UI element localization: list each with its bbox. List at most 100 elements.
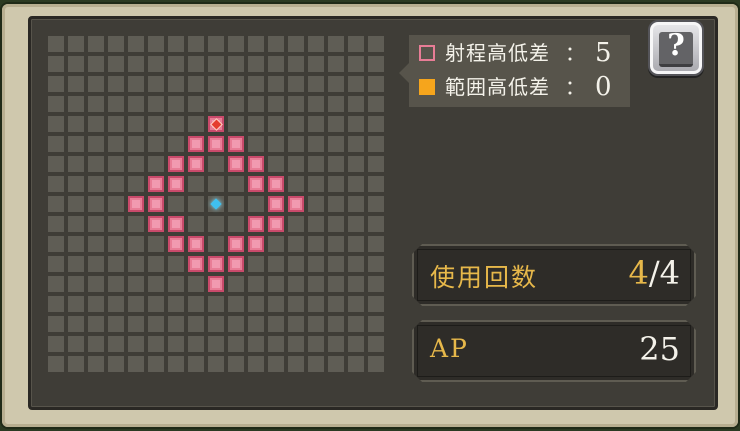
- range-cell-highlight: [192, 240, 200, 248]
- grid-cell: [48, 56, 64, 72]
- grid-cell: [188, 76, 204, 92]
- grid-cell: [248, 316, 264, 332]
- grid-cell: [208, 176, 224, 192]
- grid-cell: [88, 76, 104, 92]
- grid-cell: [88, 356, 104, 372]
- grid-cell: [68, 56, 84, 72]
- range-cell-highlight: [272, 220, 280, 228]
- grid-cell: [88, 56, 104, 72]
- grid-cell: [268, 356, 284, 372]
- ap-box: AP 25: [412, 320, 696, 382]
- help-button[interactable]: ?: [648, 20, 704, 76]
- grid-cell: [368, 356, 384, 372]
- range-cell: [168, 156, 184, 172]
- grid-cell: [168, 196, 184, 212]
- range-cell-highlight: [252, 220, 260, 228]
- grid-cell: [108, 276, 124, 292]
- grid-cell: [348, 96, 364, 112]
- grid-cell: [108, 76, 124, 92]
- grid-cell: [268, 276, 284, 292]
- range-cell: [168, 236, 184, 252]
- grid-cell: [108, 356, 124, 372]
- grid-cell: [88, 116, 104, 132]
- grid-cell: [228, 176, 244, 192]
- grid-cell: [228, 196, 244, 212]
- grid-cell: [168, 136, 184, 152]
- grid-cell: [248, 36, 264, 52]
- grid-cell: [288, 96, 304, 112]
- grid-cell: [68, 196, 84, 212]
- uses-count-value: 4/4: [629, 254, 681, 292]
- grid-cell: [108, 216, 124, 232]
- grid-cell: [208, 156, 224, 172]
- range-cell-highlight: [272, 200, 280, 208]
- grid-cell: [108, 316, 124, 332]
- range-cell: [148, 176, 164, 192]
- grid-cell: [328, 116, 344, 132]
- grid-cell: [308, 276, 324, 292]
- range-cell-highlight: [152, 200, 160, 208]
- grid-cell: [308, 176, 324, 192]
- grid-cell: [368, 96, 384, 112]
- grid-cell: [308, 36, 324, 52]
- grid-cell: [348, 196, 364, 212]
- grid-cell: [168, 96, 184, 112]
- grid-cell: [108, 176, 124, 192]
- grid-cell: [348, 36, 364, 52]
- range-cell-highlight: [252, 180, 260, 188]
- uses-count-box: 使用回数 4/4: [412, 244, 696, 306]
- grid-cell: [68, 316, 84, 332]
- grid-cell: [348, 336, 364, 352]
- grid-cell: [68, 256, 84, 272]
- grid-cell: [108, 156, 124, 172]
- grid-cell: [288, 236, 304, 252]
- grid-cell: [228, 316, 244, 332]
- range-cell: [248, 216, 264, 232]
- grid-cell: [328, 356, 344, 372]
- grid-cell: [268, 36, 284, 52]
- range-cell-highlight: [252, 240, 260, 248]
- grid-cell: [208, 56, 224, 72]
- grid-cell: [148, 116, 164, 132]
- grid-cell: [48, 356, 64, 372]
- range-cell-highlight: [172, 180, 180, 188]
- grid-cell: [328, 316, 344, 332]
- grid-cell: [148, 96, 164, 112]
- grid-cell: [108, 96, 124, 112]
- grid-cell: [68, 136, 84, 152]
- grid-cell: [328, 136, 344, 152]
- grid-cell: [48, 276, 64, 292]
- grid-cell: [48, 236, 64, 252]
- range-cell: [208, 136, 224, 152]
- grid-cell: [228, 116, 244, 132]
- grid-cell: [308, 76, 324, 92]
- grid-cell: [88, 236, 104, 252]
- grid-cell: [48, 36, 64, 52]
- grid-cell: [308, 136, 324, 152]
- range-cell: [168, 216, 184, 232]
- grid-cell: [108, 116, 124, 132]
- grid-cell: [68, 296, 84, 312]
- grid-cell: [348, 56, 364, 72]
- range-cell-highlight: [292, 200, 300, 208]
- range-cell-highlight: [232, 240, 240, 248]
- range-cell: [208, 256, 224, 272]
- grid-cell: [148, 136, 164, 152]
- grid-cell: [348, 76, 364, 92]
- grid-cell: [268, 76, 284, 92]
- grid-cell: [268, 336, 284, 352]
- range-cell-highlight: [212, 280, 220, 288]
- grid-cell: [288, 136, 304, 152]
- grid-cell: [88, 176, 104, 192]
- grid-cell: [348, 276, 364, 292]
- range-cell: [188, 236, 204, 252]
- range-cell: [208, 276, 224, 292]
- grid-cell: [248, 356, 264, 372]
- grid-cell: [328, 276, 344, 292]
- grid-cell: [88, 316, 104, 332]
- grid-cell: [308, 296, 324, 312]
- grid-cell: [128, 116, 144, 132]
- grid-cell: [228, 336, 244, 352]
- grid-cell: [168, 336, 184, 352]
- grid-cell: [368, 56, 384, 72]
